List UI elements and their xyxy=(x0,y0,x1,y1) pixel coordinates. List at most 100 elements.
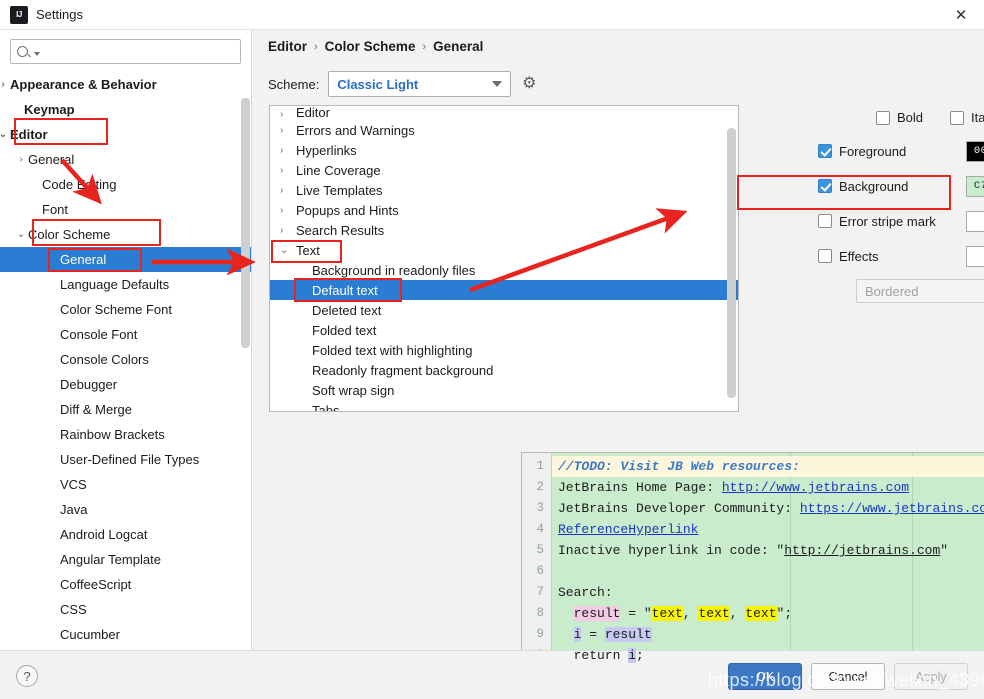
sidebar-item-user-defined-file-types[interactable]: User-Defined File Types xyxy=(0,447,251,472)
code-token: http://jetbrains.com xyxy=(784,543,941,558)
chevron-right-icon[interactable]: › xyxy=(280,185,296,196)
bold-checkbox[interactable] xyxy=(876,110,890,125)
color-attribute-list: › Editor › Errors and Warnings › Hyperlinks › L… xyxy=(270,106,738,412)
attribute-item-label: Folded text xyxy=(312,322,377,338)
sidebar-item-general[interactable]: › General xyxy=(0,147,251,172)
sidebar-item-angular-template[interactable]: Angular Template xyxy=(0,547,251,572)
attribute-item-folded-text-with-highlighting[interactable]: Folded text with highlighting xyxy=(270,340,738,360)
sidebar-item-debugger[interactable]: Debugger xyxy=(0,372,251,397)
gear-icon[interactable]: ⚙ xyxy=(520,75,538,93)
sidebar-item-label: Console Colors xyxy=(60,352,149,367)
attribute-item-text[interactable]: ⌄ Text xyxy=(270,240,738,260)
breadcrumb-part-color-scheme[interactable]: Color Scheme xyxy=(325,39,416,54)
sidebar-item-label: CoffeeScript xyxy=(60,577,132,592)
code-line: Inactive hyperlink in code: "http://jetb… xyxy=(552,540,984,561)
attribute-item-folded-text[interactable]: Folded text xyxy=(270,320,738,340)
attribute-tree-scrollbar[interactable] xyxy=(727,128,736,398)
attribute-item-errors-and-warnings[interactable]: › Errors and Warnings xyxy=(270,120,738,140)
breadcrumb: Editor › Color Scheme › General xyxy=(268,39,483,54)
sidebar-item-color-scheme-font[interactable]: Color Scheme Font xyxy=(0,297,251,322)
search-box[interactable] xyxy=(10,39,241,64)
foreground-color-swatch[interactable]: 000000 xyxy=(966,140,984,162)
chevron-right-icon[interactable]: › xyxy=(280,165,296,176)
effects-checkbox[interactable] xyxy=(818,249,832,263)
effects-checkbox-item[interactable]: Effects xyxy=(818,249,966,264)
code-preview[interactable]: 12345678910 //TODO: Visit JB Web resourc… xyxy=(521,452,984,674)
chevron-right-icon[interactable]: › xyxy=(0,79,10,90)
sidebar-item-rainbow-brackets[interactable]: Rainbow Brackets xyxy=(0,422,251,447)
chevron-right-icon[interactable]: › xyxy=(14,154,28,165)
attribute-item-tabs[interactable]: Tabs xyxy=(270,400,738,412)
sidebar-item-console-colors[interactable]: Console Colors xyxy=(0,347,251,372)
line-number: 2 xyxy=(536,480,544,494)
attribute-item-background-in-readonly-files[interactable]: Background in readonly files xyxy=(270,260,738,280)
sidebar-item-console-font[interactable]: Console Font xyxy=(0,322,251,347)
sidebar-item-css[interactable]: CSS xyxy=(0,597,251,622)
sidebar-item-java[interactable]: Java xyxy=(0,497,251,522)
sidebar-scrollbar[interactable] xyxy=(241,98,250,348)
sidebar-item-appearance-behavior[interactable]: › Appearance & Behavior xyxy=(0,72,251,97)
background-color-swatch[interactable]: C7EDCC xyxy=(966,175,984,197)
chevron-down-icon[interactable]: ⌄ xyxy=(280,245,296,256)
error-stripe-checkbox-item[interactable]: Error stripe mark xyxy=(818,214,966,229)
scheme-dropdown[interactable]: Classic Light xyxy=(328,71,512,97)
chevron-right-icon[interactable]: › xyxy=(280,109,296,120)
chevron-right-icon[interactable]: › xyxy=(280,125,296,136)
background-checkbox[interactable] xyxy=(818,179,832,193)
close-icon[interactable]: ✕ xyxy=(938,0,984,30)
attribute-item-label: Errors and Warnings xyxy=(296,122,415,138)
chevron-down-icon xyxy=(34,51,40,56)
preview-code-area[interactable]: //TODO: Visit JB Web resources: JetBrains… xyxy=(552,453,984,673)
attribute-item-search-results[interactable]: › Search Results xyxy=(270,220,738,240)
chevron-right-icon[interactable]: › xyxy=(280,225,296,236)
sidebar-item-keymap[interactable]: Keymap xyxy=(0,97,251,122)
sidebar-item-code-editing[interactable]: Code Editing xyxy=(0,172,251,197)
background-checkbox-item[interactable]: Background xyxy=(818,179,966,194)
breadcrumb-separator: › xyxy=(422,40,427,53)
chevron-down-icon[interactable]: ⌄ xyxy=(0,129,10,140)
attribute-item-popups-and-hints[interactable]: › Popups and Hints xyxy=(270,200,738,220)
sidebar-item-cucumber[interactable]: Cucumber xyxy=(0,622,251,647)
bold-checkbox-item[interactable]: Bold xyxy=(876,110,923,125)
search-input[interactable] xyxy=(44,44,234,59)
error-stripe-color-swatch[interactable] xyxy=(966,210,984,232)
attribute-item-live-templates[interactable]: › Live Templates xyxy=(270,180,738,200)
effects-color-swatch[interactable] xyxy=(966,245,984,267)
sidebar-item-font[interactable]: Font xyxy=(0,197,251,222)
attribute-item-default-text[interactable]: Default text xyxy=(270,280,738,300)
breadcrumb-part-editor[interactable]: Editor xyxy=(268,39,307,54)
attribute-item-label: Line Coverage xyxy=(296,162,381,178)
error-stripe-checkbox[interactable] xyxy=(818,214,832,228)
sidebar-item-label: VCS xyxy=(60,477,87,492)
sidebar-item-vcs[interactable]: VCS xyxy=(0,472,251,497)
effect-type-dropdown[interactable]: Bordered xyxy=(856,279,984,303)
chevron-right-icon[interactable]: › xyxy=(280,205,296,216)
attribute-item-hyperlinks[interactable]: › Hyperlinks xyxy=(270,140,738,160)
foreground-checkbox[interactable] xyxy=(818,144,832,158)
attribute-item-deleted-text[interactable]: Deleted text xyxy=(270,300,738,320)
attribute-item-editor[interactable]: › Editor xyxy=(270,106,738,120)
sidebar-item-diff-merge[interactable]: Diff & Merge xyxy=(0,397,251,422)
sidebar-item-general[interactable]: General xyxy=(0,247,251,272)
sidebar-item-coffeescript[interactable]: CoffeeScript xyxy=(0,572,251,597)
chevron-down-icon[interactable]: ⌄ xyxy=(14,229,28,240)
italic-checkbox[interactable] xyxy=(950,110,965,125)
help-button[interactable]: ? xyxy=(16,665,38,687)
sidebar-item-color-scheme[interactable]: ⌄ Color Scheme xyxy=(0,222,251,247)
sidebar-item-android-logcat[interactable]: Android Logcat xyxy=(0,522,251,547)
breadcrumb-part-general[interactable]: General xyxy=(433,39,483,54)
attribute-item-readonly-fragment-background[interactable]: Readonly fragment background xyxy=(270,360,738,380)
attribute-item-line-coverage[interactable]: › Line Coverage xyxy=(270,160,738,180)
sidebar-item-editor[interactable]: ⌄ Editor xyxy=(0,122,251,147)
foreground-checkbox-item[interactable]: Foreground xyxy=(818,144,966,159)
apply-button[interactable]: Apply xyxy=(894,663,968,690)
line-number: 9 xyxy=(536,627,544,641)
ok-button[interactable]: OK xyxy=(728,663,802,690)
sidebar-item-label: Android Logcat xyxy=(60,527,148,542)
chevron-right-icon[interactable]: › xyxy=(280,145,296,156)
sidebar-item-language-defaults[interactable]: Language Defaults xyxy=(0,272,251,297)
cancel-button[interactable]: Cancel xyxy=(811,663,885,690)
italic-checkbox-item[interactable]: Italic xyxy=(950,110,984,125)
attribute-item-soft-wrap-sign[interactable]: Soft wrap sign xyxy=(270,380,738,400)
code-token: i xyxy=(628,648,637,663)
